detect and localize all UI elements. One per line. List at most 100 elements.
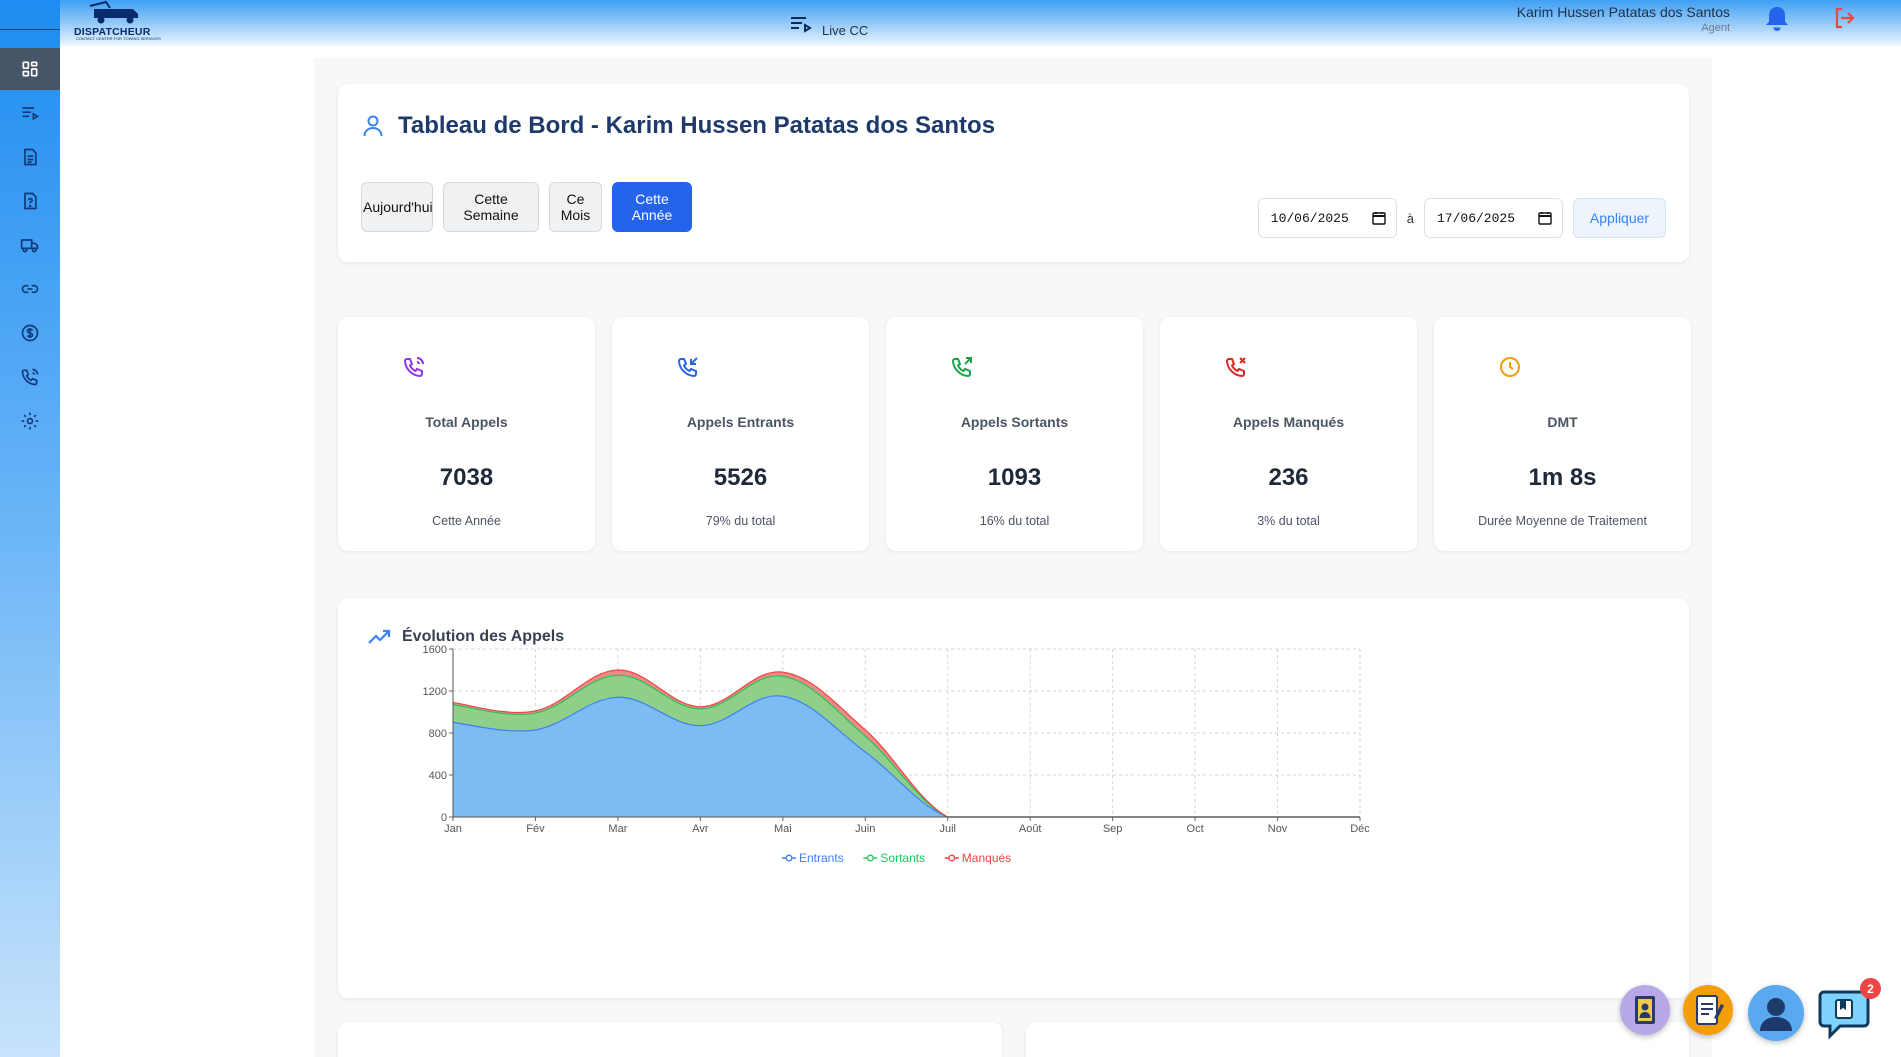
sidebar-item-documents[interactable] <box>0 136 60 178</box>
stat-subtext: 16% du total <box>979 514 1050 528</box>
logo-tagline: CONTACT CENTER FOR TOWING SERVICES <box>76 36 161 41</box>
sidebar-item-live[interactable] <box>0 92 60 134</box>
x-tick-label: Avr <box>692 823 709 835</box>
x-tick-label: Jan <box>444 823 462 835</box>
agent-avatar-icon <box>1760 998 1792 1031</box>
dashboard-icon <box>22 61 38 77</box>
notes-button[interactable] <box>1683 985 1733 1035</box>
phone-outgoing-icon <box>951 357 972 378</box>
stat-label: Appels Manqués <box>1232 414 1345 430</box>
phone-incoming-icon <box>677 357 698 378</box>
dashboard-header-card: Tableau de Bord - Karim Hussen Patatas d… <box>338 84 1689 262</box>
date-to-value: 17/06/2025 <box>1437 210 1516 226</box>
user-name: Karim Hussen Patatas dos Santos <box>1516 4 1730 20</box>
logout-icon[interactable] <box>1832 6 1856 30</box>
stat-value: 5526 <box>713 464 768 491</box>
stat-subtext: Durée Moyenne de Traitement <box>1478 514 1647 528</box>
period-month-button[interactable]: Ce Mois <box>549 182 602 232</box>
agent-profile-button[interactable] <box>1748 985 1804 1041</box>
sidebar-item-towing[interactable] <box>0 224 60 266</box>
period-week-button[interactable]: Cette Semaine <box>443 182 539 232</box>
date-to-input[interactable]: 17/06/2025 <box>1424 198 1563 238</box>
calendar-icon <box>1538 212 1552 225</box>
sidebar <box>0 0 60 1057</box>
bottom-card-left <box>338 1022 1002 1057</box>
playlist-icon <box>791 16 812 33</box>
stat-label: Appels Entrants <box>686 414 795 430</box>
page-title: Tableau de Bord - Karim Hussen Patatas d… <box>398 112 996 139</box>
stat-label: Total Appels <box>425 414 508 430</box>
trending-up-icon <box>368 629 391 644</box>
stat-subtext: 79% du total <box>705 514 776 528</box>
stat-label: DMT <box>1547 414 1578 430</box>
y-tick-label: 1200 <box>423 686 447 698</box>
link-icon <box>21 284 39 294</box>
stat-card-dmt: DMT 1m 8s Durée Moyenne de Traitement <box>1434 317 1691 551</box>
live-cc-link[interactable]: Live CC <box>790 9 868 38</box>
main-content: Tableau de Bord - Karim Hussen Patatas d… <box>314 58 1712 1057</box>
chart-title-row: Évolution des Appels <box>368 628 564 646</box>
clock-icon <box>1500 357 1520 377</box>
bottom-card-right <box>1026 1022 1689 1057</box>
stat-card-total: Total Appels 7038 Cette Année <box>338 317 595 551</box>
date-from-value: 10/06/2025 <box>1270 210 1349 226</box>
phone-call-icon <box>403 357 424 378</box>
period-selector: Aujourd'hui Cette Semaine Ce Mois Cette … <box>361 182 692 232</box>
phone-icon <box>21 368 39 386</box>
y-tick-label: 400 <box>429 770 447 782</box>
sidebar-divider <box>0 29 60 30</box>
legend-label: Manqués <box>962 851 1011 865</box>
calls-evolution-card: 0 400 800 1200 1600 Jan Fév Mar Avr Mai Juin Juil Ao… <box>338 598 1689 998</box>
legend-marker <box>866 854 874 862</box>
sidebar-item-help[interactable] <box>0 180 60 222</box>
chat-unread-badge: 2 <box>1860 978 1881 999</box>
stat-subtext: 3% du total <box>1257 514 1320 528</box>
legend-label: Entrants <box>799 851 844 865</box>
date-from-input[interactable]: 10/06/2025 <box>1257 198 1397 238</box>
period-year-button[interactable]: Cette Année <box>612 182 692 232</box>
playlist-icon <box>22 107 40 121</box>
stat-value: 7038 <box>439 464 494 491</box>
help-document-icon <box>24 192 37 210</box>
truck-icon <box>20 239 39 253</box>
stat-card-incoming: Appels Entrants 5526 79% du total <box>612 317 869 551</box>
x-tick-label: Août <box>1019 823 1042 835</box>
stat-card-outgoing: Appels Sortants 1093 16% du total <box>886 317 1143 551</box>
area-entrants <box>453 695 1360 817</box>
tow-truck-icon <box>89 0 138 24</box>
x-tick-label: Mar <box>608 823 627 835</box>
legend-marker <box>948 854 956 862</box>
x-tick-label: Sep <box>1103 823 1123 835</box>
contacts-button[interactable] <box>1620 985 1670 1035</box>
document-icon <box>24 148 37 166</box>
x-tick-label: Nov <box>1268 823 1288 835</box>
user-role: Agent <box>1701 22 1730 34</box>
legend-label: Sortants <box>880 851 925 865</box>
chart-title: Évolution des Appels <box>402 628 565 645</box>
calendar-icon <box>1372 212 1386 225</box>
phone-missed-icon <box>1225 357 1246 378</box>
y-tick-label: 800 <box>429 728 447 740</box>
stat-value: 1m 8s <box>1528 464 1597 491</box>
x-tick-label: Oct <box>1187 823 1204 835</box>
sidebar-item-settings[interactable] <box>0 400 60 442</box>
user-icon <box>363 115 383 137</box>
legend-marker <box>785 854 793 862</box>
dollar-icon <box>21 324 39 342</box>
sidebar-item-links[interactable] <box>0 268 60 310</box>
sidebar-item-calls[interactable] <box>0 356 60 398</box>
live-cc-label: Live CC <box>822 23 869 38</box>
date-range: 10/06/2025 à 17/06/2025 Appliquer <box>1257 198 1666 238</box>
calls-evolution-chart: 040080012001600Jan Fév Mar Avr Mai Juin Juil Ao… <box>423 644 1371 865</box>
sidebar-item-billing[interactable] <box>0 312 60 354</box>
stat-value: 236 <box>1268 464 1309 491</box>
app-logo[interactable]: DISPATCHEUR CONTACT CENTER FOR TOWING SE… <box>74 0 161 42</box>
period-today-button[interactable]: Aujourd'hui <box>361 182 433 232</box>
title-row: Tableau de Bord - Karim Hussen Patatas d… <box>362 112 995 140</box>
apply-button[interactable]: Appliquer <box>1573 198 1666 238</box>
sidebar-item-dashboard[interactable] <box>0 48 60 90</box>
x-tick-label: Déc <box>1350 823 1370 835</box>
bell-icon[interactable] <box>1763 4 1791 34</box>
stat-card-missed: Appels Manqués 236 3% du total <box>1160 317 1417 551</box>
settings-icon <box>21 412 39 430</box>
